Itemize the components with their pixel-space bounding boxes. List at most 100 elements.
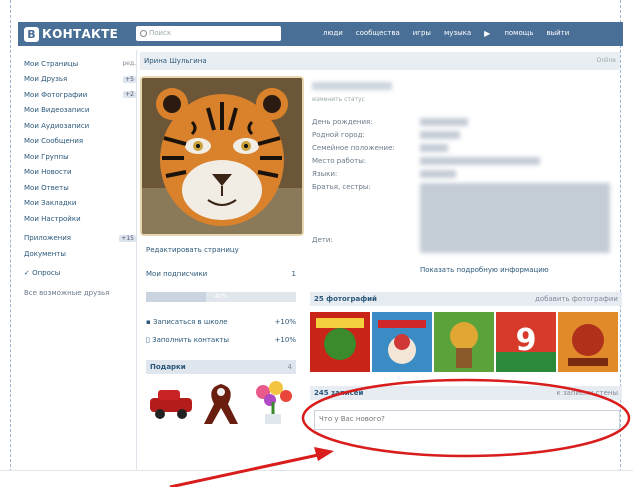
- profile-name-bar: Ирина Шульгина Online: [140, 52, 620, 70]
- top-header: B КОНТАКТЕ Поиск люди сообщества игры му…: [18, 22, 623, 46]
- sidebar-item-label: Мои Видеозаписи: [24, 106, 90, 115]
- profile-name: Ирина Шульгина: [144, 57, 207, 65]
- info-siblings-label: Братья, сестры:: [312, 183, 371, 191]
- add-photos-link[interactable]: добавить фотографии: [535, 295, 618, 303]
- sidebar-item-bookmarks[interactable]: Мои Закладки: [24, 196, 136, 212]
- nav-music[interactable]: музыка: [444, 29, 471, 38]
- logo-text: КОНТАКТЕ: [42, 27, 119, 41]
- sidebar: Мои Страницы ред. Мои Друзья +5 Мои Фотогр…: [24, 56, 136, 301]
- sidebar-item-possible-friends[interactable]: Все возможные друзья: [24, 285, 136, 301]
- task-contacts[interactable]: ▯ Заполнить контакты +10%: [146, 336, 296, 348]
- nav-logout[interactable]: выйти: [546, 29, 569, 38]
- sidebar-item-videos[interactable]: Мои Видеозаписи: [24, 103, 136, 119]
- task-school[interactable]: ▪ Записаться в школе +10%: [146, 318, 296, 330]
- sidebar-item-documents[interactable]: Документы: [24, 246, 136, 262]
- wall-post-field[interactable]: [314, 410, 620, 430]
- gifts-title: Подарки: [150, 363, 186, 371]
- nav-communities[interactable]: сообщества: [356, 29, 400, 38]
- top-nav: люди сообщества игры музыка ▶ помощь вый…: [323, 29, 582, 38]
- task-text: Записаться в школе: [152, 318, 228, 326]
- search-icon: [140, 30, 147, 37]
- task-percent: +10%: [274, 318, 296, 326]
- sidebar-item-label: Мои Закладки: [24, 199, 77, 208]
- sidebar-item-messages[interactable]: Мои Сообщения: [24, 134, 136, 150]
- blurred-value: [420, 144, 448, 152]
- play-icon[interactable]: ▶: [484, 29, 490, 38]
- blurred-value: [420, 170, 456, 178]
- sidebar-item-label: Мои Ответы: [24, 183, 69, 192]
- sidebar-item-label: Мои Новости: [24, 168, 72, 177]
- profile-avatar[interactable]: [140, 76, 304, 236]
- sidebar-item-label: Мои Страницы: [24, 59, 79, 68]
- nav-games[interactable]: игры: [413, 29, 431, 38]
- task-percent: +10%: [274, 336, 296, 344]
- show-more-info-link[interactable]: Показать подробную информацию: [420, 266, 549, 274]
- photo-thumbnail[interactable]: [434, 312, 494, 372]
- sidebar-item-news[interactable]: Мои Новости: [24, 165, 136, 181]
- info-languages-label: Языки:: [312, 170, 338, 178]
- wall-header[interactable]: 245 записей к записям стены: [310, 386, 622, 400]
- gift-ribbon-icon[interactable]: [196, 378, 246, 426]
- sidebar-item-apps[interactable]: Приложения +15: [24, 231, 136, 247]
- count-badge: +2: [123, 91, 136, 99]
- photo-thumbnail[interactable]: [372, 312, 432, 372]
- photo-thumbnail[interactable]: [558, 312, 618, 372]
- sidebar-item-label: Документы: [24, 249, 66, 258]
- task-text: Заполнить контакты: [152, 336, 230, 344]
- count-badge: +5: [123, 75, 136, 83]
- count-badge: +15: [119, 234, 136, 242]
- blurred-value: [420, 157, 540, 165]
- edit-badge[interactable]: ред.: [122, 60, 136, 67]
- subscribers-count: 1: [291, 270, 296, 278]
- change-status-link[interactable]: изменить статус: [312, 96, 365, 103]
- search-placeholder: Поиск: [149, 29, 172, 37]
- gifts-count: 4: [287, 363, 292, 371]
- svg-text:9: 9: [516, 323, 537, 358]
- info-birthday-label: День рождения:: [312, 118, 373, 126]
- wall-link[interactable]: к записям стены: [557, 389, 619, 397]
- sidebar-item-label: Приложения: [24, 234, 71, 243]
- nav-help[interactable]: помощь: [504, 29, 533, 38]
- task-label: ▪ Записаться в школе: [146, 318, 228, 326]
- task-label: ▯ Заполнить контакты: [146, 336, 230, 344]
- edit-page-link[interactable]: Редактировать страницу: [146, 246, 239, 254]
- sidebar-item-audio[interactable]: Мои Аудиозаписи: [24, 118, 136, 134]
- photo-thumbnail[interactable]: [310, 312, 370, 372]
- sidebar-item-label: Мои Фотографии: [24, 90, 88, 99]
- wall-post-input[interactable]: [315, 411, 613, 427]
- blurred-value: [420, 131, 460, 139]
- blurred-value: [420, 183, 610, 253]
- info-hometown-label: Родной город:: [312, 131, 365, 139]
- progress-label: 40%: [214, 293, 228, 300]
- profile-progress-bar: 40%: [146, 292, 296, 302]
- subscribers-label: Мои подписчики: [146, 270, 208, 278]
- sidebar-item-photos[interactable]: Мои Фотографии +2: [24, 87, 136, 103]
- sidebar-item-label: Мои Сообщения: [24, 137, 84, 146]
- photos-title: 25 фотографий: [314, 295, 377, 303]
- gifts-header[interactable]: Подарки 4: [146, 360, 296, 374]
- subscribers-row[interactable]: Мои подписчики 1: [146, 270, 296, 284]
- sidebar-item-friends[interactable]: Мои Друзья +5: [24, 72, 136, 88]
- sidebar-item-label: ✓ Опросы: [24, 269, 61, 278]
- sidebar-item-my-page[interactable]: Мои Страницы ред.: [24, 56, 136, 72]
- sidebar-item-label: Мои Настройки: [24, 214, 81, 223]
- search-input[interactable]: Поиск: [136, 26, 281, 41]
- photo-thumbnail[interactable]: 9: [496, 312, 556, 372]
- photos-header[interactable]: 25 фотографий добавить фотографии: [310, 292, 622, 306]
- wall-title: 245 записей: [314, 389, 364, 397]
- sidebar-item-label: Мои Группы: [24, 152, 69, 161]
- gift-car-icon[interactable]: [146, 378, 196, 426]
- vk-logo[interactable]: B КОНТАКТЕ: [24, 26, 118, 42]
- tiger-photo: [142, 78, 302, 234]
- sidebar-item-polls[interactable]: ✓ Опросы: [24, 266, 136, 282]
- gift-flowers-icon[interactable]: [248, 378, 298, 426]
- frame-left-edge: [10, 0, 11, 487]
- sidebar-item-label: Мои Друзья: [24, 75, 68, 84]
- sidebar-item-groups[interactable]: Мои Группы: [24, 149, 136, 165]
- nav-people[interactable]: люди: [323, 29, 343, 38]
- info-work-label: Место работы:: [312, 157, 367, 165]
- sidebar-item-settings[interactable]: Мои Настройки: [24, 211, 136, 227]
- info-children-label: Дети:: [312, 236, 333, 244]
- info-family-label: Семейное положение:: [312, 144, 395, 152]
- sidebar-item-answers[interactable]: Мои Ответы: [24, 180, 136, 196]
